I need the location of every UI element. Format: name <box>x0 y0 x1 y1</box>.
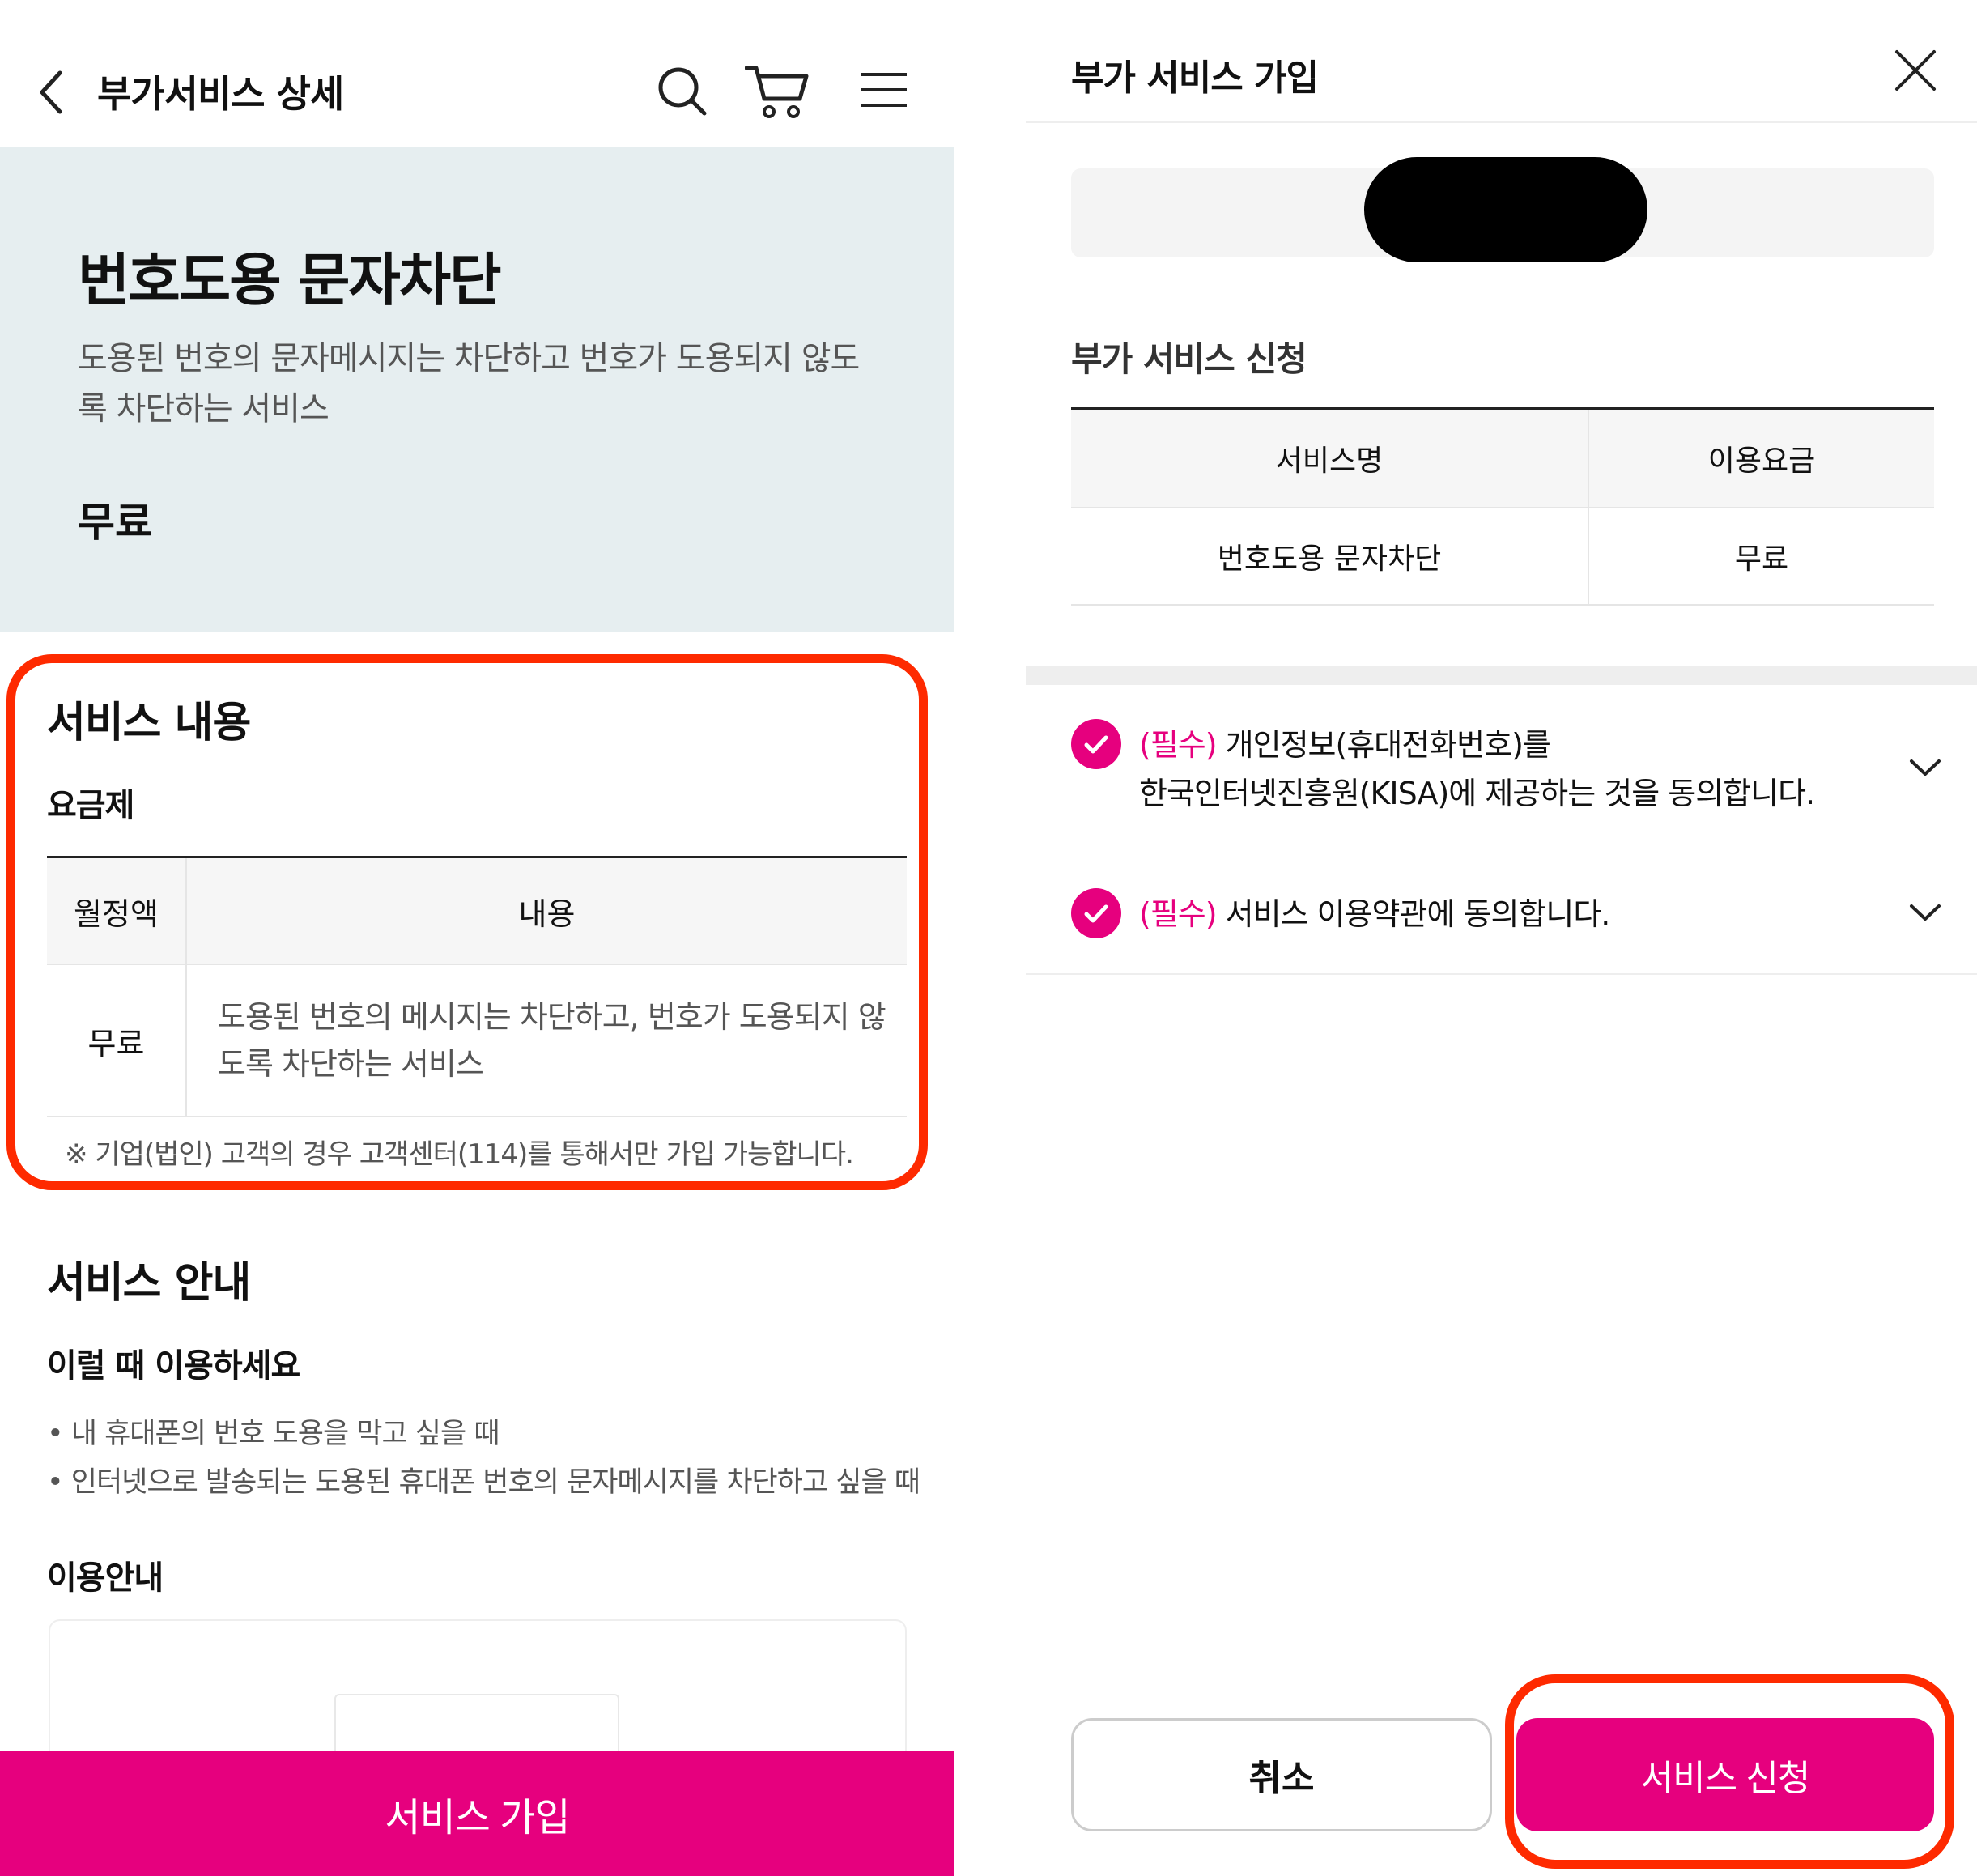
service-description: 도용된 번호의 문자메시지는 차단하고 번호가 도용되지 않도록 차단하는 서비… <box>78 340 860 428</box>
service-signup-modal: 부가 서비스 가입 부가 서비스 신청 서비스명 이용요금 번호도용 문자차단 … <box>1026 0 1977 1876</box>
header-service-name: 서비스명 <box>1071 410 1589 507</box>
chevron-left-icon <box>40 70 62 114</box>
cart-button[interactable] <box>744 63 810 120</box>
redaction-mask <box>1364 157 1648 262</box>
agreement-terms[interactable]: (필수) 서비스 이용약관에 동의합니다. <box>1071 888 1945 945</box>
agreement-privacy[interactable]: (필수) 개인정보(휴대전화번호)를 한국인터넷진흥원(KISA)에 제공하는 … <box>1071 719 1945 824</box>
agreement-text: 개인정보(휴대전화번호)를 <box>1225 727 1551 763</box>
required-tag: (필수) <box>1139 727 1218 763</box>
section-title: 부가 서비스 신청 <box>1071 339 1307 379</box>
header-content: 내용 <box>518 895 576 932</box>
rate-table: 월정액 내용 무료 도용된 번호의 메시지는 차단하고, 번호가 도용되지 않도… <box>47 856 907 1117</box>
when-to-use-title: 이럴 때 이용하세요 <box>47 1347 300 1385</box>
agreement-checkbox[interactable] <box>1071 719 1121 769</box>
agreement-checkbox[interactable] <box>1071 888 1121 938</box>
search-icon <box>658 67 707 116</box>
back-button[interactable] <box>36 68 68 117</box>
header-monthly-fee: 월정액 <box>47 858 187 964</box>
list-item: • 인터넷으로 발송되는 도용된 휴대폰 번호의 문자메시지를 차단하고 싶을 … <box>47 1466 920 1499</box>
fee-cell: 무료 <box>47 965 187 1116</box>
service-detail-screen: 부가서비스 상세 번호도용 문자차단 도용된 번호의 문자메시지는 차단하고 번… <box>0 0 954 1876</box>
page-title: 부가서비스 상세 <box>97 72 344 116</box>
service-guide-title: 서비스 안내 <box>47 1259 251 1308</box>
cart-icon <box>744 66 809 118</box>
fee-cell: 무료 <box>1734 542 1789 576</box>
chevron-down-icon[interactable] <box>1905 893 1945 934</box>
close-icon <box>1895 50 1936 91</box>
service-table: 서비스명 이용요금 번호도용 문자차단 무료 <box>1071 407 1934 606</box>
usage-guide-title: 이용안내 <box>47 1559 164 1597</box>
menu-icon <box>861 73 907 107</box>
rate-table-header: 월정액 내용 <box>47 858 907 965</box>
modal-title: 부가 서비스 가입 <box>1071 57 1319 99</box>
search-button[interactable] <box>656 65 708 117</box>
required-tag: (필수) <box>1139 896 1218 932</box>
table-row: 무료 도용된 번호의 메시지는 차단하고, 번호가 도용되지 않도록 차단하는 … <box>47 965 907 1117</box>
agreement-text: 서비스 이용약관에 동의합니다. <box>1225 896 1611 932</box>
service-price: 무료 <box>78 499 152 546</box>
service-content-title: 서비스 내용 <box>47 699 251 747</box>
agreement-divider <box>1026 973 1977 975</box>
header-divider <box>1026 121 1977 123</box>
rate-plan-title: 요금제 <box>47 787 134 824</box>
section-separator <box>1026 666 1977 685</box>
table-row: 번호도용 문자차단 무료 <box>1071 508 1934 606</box>
service-title: 번호도용 문자차단 <box>78 247 502 313</box>
close-button[interactable] <box>1894 49 1937 92</box>
header-fee: 이용요금 <box>1707 445 1816 478</box>
join-service-button[interactable]: 서비스 가입 <box>0 1751 954 1876</box>
service-table-header: 서비스명 이용요금 <box>1071 410 1934 508</box>
corporate-note: ※ 기업(법인) 고객의 경우 고객센터(114)를 통해서만 가입 가능합니다… <box>65 1138 854 1171</box>
check-icon <box>1084 735 1108 754</box>
content-cell: 도용된 번호의 메시지는 차단하고, 번호가 도용되지 않도록 차단하는 서비스 <box>218 999 886 1082</box>
apply-service-button[interactable]: 서비스 신청 <box>1516 1718 1934 1831</box>
list-item: • 내 휴대폰의 번호 도용을 막고 싶을 때 <box>47 1418 500 1450</box>
check-icon <box>1084 904 1108 923</box>
service-name-cell: 번호도용 문자차단 <box>1071 508 1589 604</box>
chevron-down-icon[interactable] <box>1905 748 1945 789</box>
menu-button[interactable] <box>860 71 908 108</box>
agreement-text: 한국인터넷진흥원(KISA)에 제공하는 것을 동의합니다. <box>1139 776 1815 811</box>
cancel-button[interactable]: 취소 <box>1071 1718 1492 1831</box>
